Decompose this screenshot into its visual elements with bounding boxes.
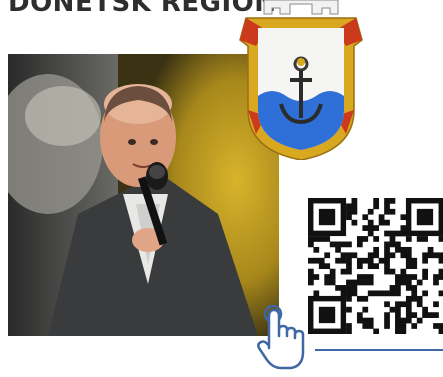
coat-of-arms [226,0,376,161]
underline-divider [315,349,443,351]
hand-pointer-icon [253,304,315,372]
qr-code[interactable] [308,198,443,334]
